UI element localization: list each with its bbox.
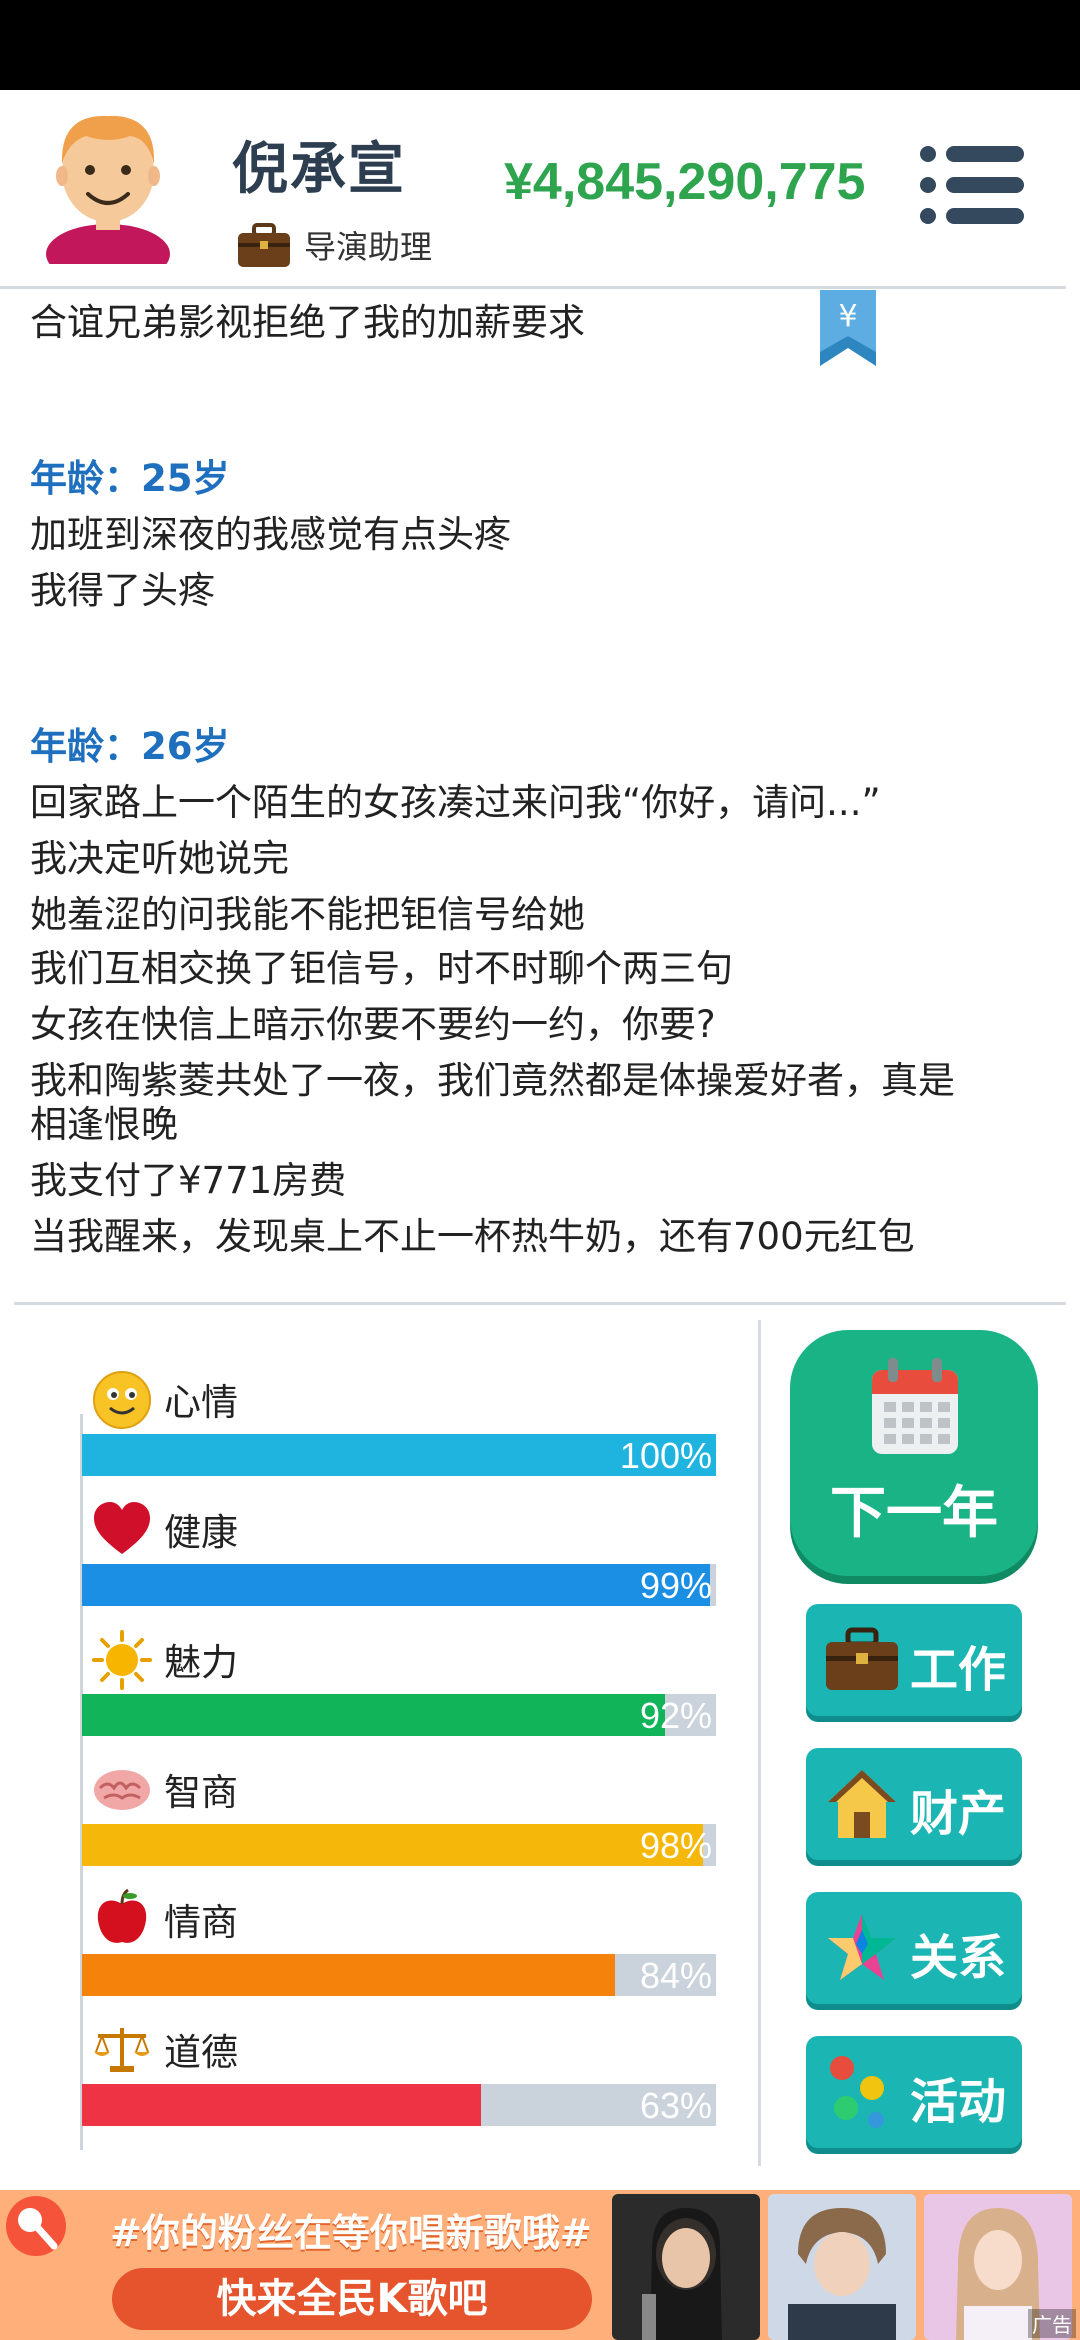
log-line: 合谊兄弟影视拒绝了我的加薪要求	[30, 301, 585, 344]
next-year-label: 下一年	[830, 1481, 998, 1546]
stat-bar-mood: 100%	[82, 1434, 716, 1476]
stats-axis	[80, 1414, 83, 2150]
stat-value: 84%	[639, 1955, 712, 1996]
stat-label-charm: 魅力	[164, 1641, 238, 1684]
stat-bar-iq: 98%	[82, 1824, 716, 1866]
stat-label-eq: 情商	[164, 1901, 238, 1944]
activity-label: 活动	[910, 2074, 1007, 2130]
stat-fill	[82, 1564, 710, 1606]
stat-fill	[82, 1954, 615, 1996]
sun-icon	[92, 1630, 152, 1690]
activity-button[interactable]: 活动	[806, 2036, 1022, 2148]
briefcase-icon	[238, 223, 290, 267]
calendar-icon	[872, 1358, 958, 1454]
stat-bar-eq: 84%	[82, 1954, 716, 1996]
ad-headline: #你的粉丝在等你唱新歌哦#	[110, 2211, 592, 2255]
scales-icon	[94, 2028, 150, 2072]
column-divider	[758, 1320, 761, 2166]
log-age-heading: 年龄：25岁	[30, 457, 230, 500]
stat-fill	[82, 1824, 704, 1866]
ad-label: 广告	[1028, 2309, 1076, 2338]
work-button[interactable]: 工作	[806, 1604, 1022, 1716]
stat-label-iq: 智商	[164, 1771, 238, 1814]
log-line: 她羞涩的问我能不能把钜信号给她	[30, 893, 585, 936]
briefcase-icon	[826, 1627, 898, 1690]
smiley-icon	[93, 1371, 151, 1429]
bookmark-yuan-icon[interactable]: ¥	[820, 290, 876, 366]
log-line: 我们互相交换了钜信号，时不时聊个两三句	[30, 947, 733, 990]
log-line: 我支付了¥771房费	[30, 1159, 347, 1202]
stat-value: 100%	[619, 1435, 712, 1476]
ad-photo-singer	[612, 2194, 760, 2340]
stat-bar-morality: 63%	[82, 2084, 716, 2126]
ad-cta-button[interactable]: 快来全民K歌吧	[112, 2268, 592, 2330]
stat-label-health: 健康	[164, 1511, 238, 1554]
stat-value: 63%	[639, 2085, 712, 2126]
heart-icon	[94, 1502, 150, 1554]
stat-label-morality: 道德	[164, 2031, 238, 2074]
log-line: 回家路上一个陌生的女孩凑过来问我“你好，请问...”	[30, 781, 881, 824]
log-age-heading: 年龄：26岁	[30, 725, 230, 768]
stat-value: 92%	[639, 1695, 712, 1736]
star-icon	[828, 1914, 896, 1980]
log-line: 女孩在快信上暗示你要不要约一约，你要?	[30, 1003, 716, 1046]
job-title: 导演助理	[304, 228, 433, 266]
relations-button[interactable]: 关系	[806, 1892, 1022, 2004]
next-year-button[interactable]: 下一年	[790, 1330, 1038, 1576]
log-divider	[14, 1302, 1066, 1305]
stat-fill	[82, 1694, 666, 1736]
log-line: 当我醒来，发现桌上不止一杯热牛奶，还有700元红包	[30, 1215, 915, 1258]
property-button[interactable]: 财产	[806, 1748, 1022, 1860]
stat-value: 99%	[639, 1565, 712, 1606]
house-icon	[828, 1770, 896, 1838]
money-balance: ¥4,845,290,775	[504, 153, 866, 211]
stat-bar-charm: 92%	[82, 1694, 716, 1736]
avatar	[46, 115, 170, 264]
log-line: 相逢恨晚	[30, 1103, 178, 1146]
brain-icon	[94, 1770, 150, 1810]
work-label: 工作	[910, 1642, 1007, 1698]
menu-icon[interactable]	[920, 146, 1024, 224]
life-log[interactable]: 合谊兄弟影视拒绝了我的加薪要求 年龄：25岁 加班到深夜的我感觉有点头疼 我得了…	[0, 290, 1080, 1300]
stat-fill	[82, 2084, 482, 2126]
svg-text:¥: ¥	[838, 299, 857, 334]
stat-value: 98%	[639, 1825, 712, 1866]
activity-dots-icon	[830, 2056, 884, 2128]
player-name: 倪承宣	[232, 137, 406, 202]
karaoke-logo-icon	[6, 2196, 66, 2256]
stat-label-mood: 心情	[164, 1381, 238, 1424]
ad-photo-streamer	[768, 2194, 916, 2340]
apple-icon	[97, 1888, 147, 1943]
ad-banner[interactable]: #你的粉丝在等你唱新歌哦# 快来全民K歌吧 广告	[0, 2190, 1080, 2340]
status-bar	[0, 0, 1080, 90]
log-line: 我得了头疼	[30, 569, 215, 612]
relations-label: 关系	[910, 1930, 1007, 1986]
job-info: 导演助理	[236, 220, 432, 270]
header-divider	[0, 286, 1066, 289]
log-line: 我决定听她说完	[30, 837, 289, 880]
stat-bar-health: 99%	[82, 1564, 716, 1606]
log-line: 加班到深夜的我感觉有点头疼	[30, 513, 511, 556]
property-label: 财产	[910, 1786, 1007, 1842]
